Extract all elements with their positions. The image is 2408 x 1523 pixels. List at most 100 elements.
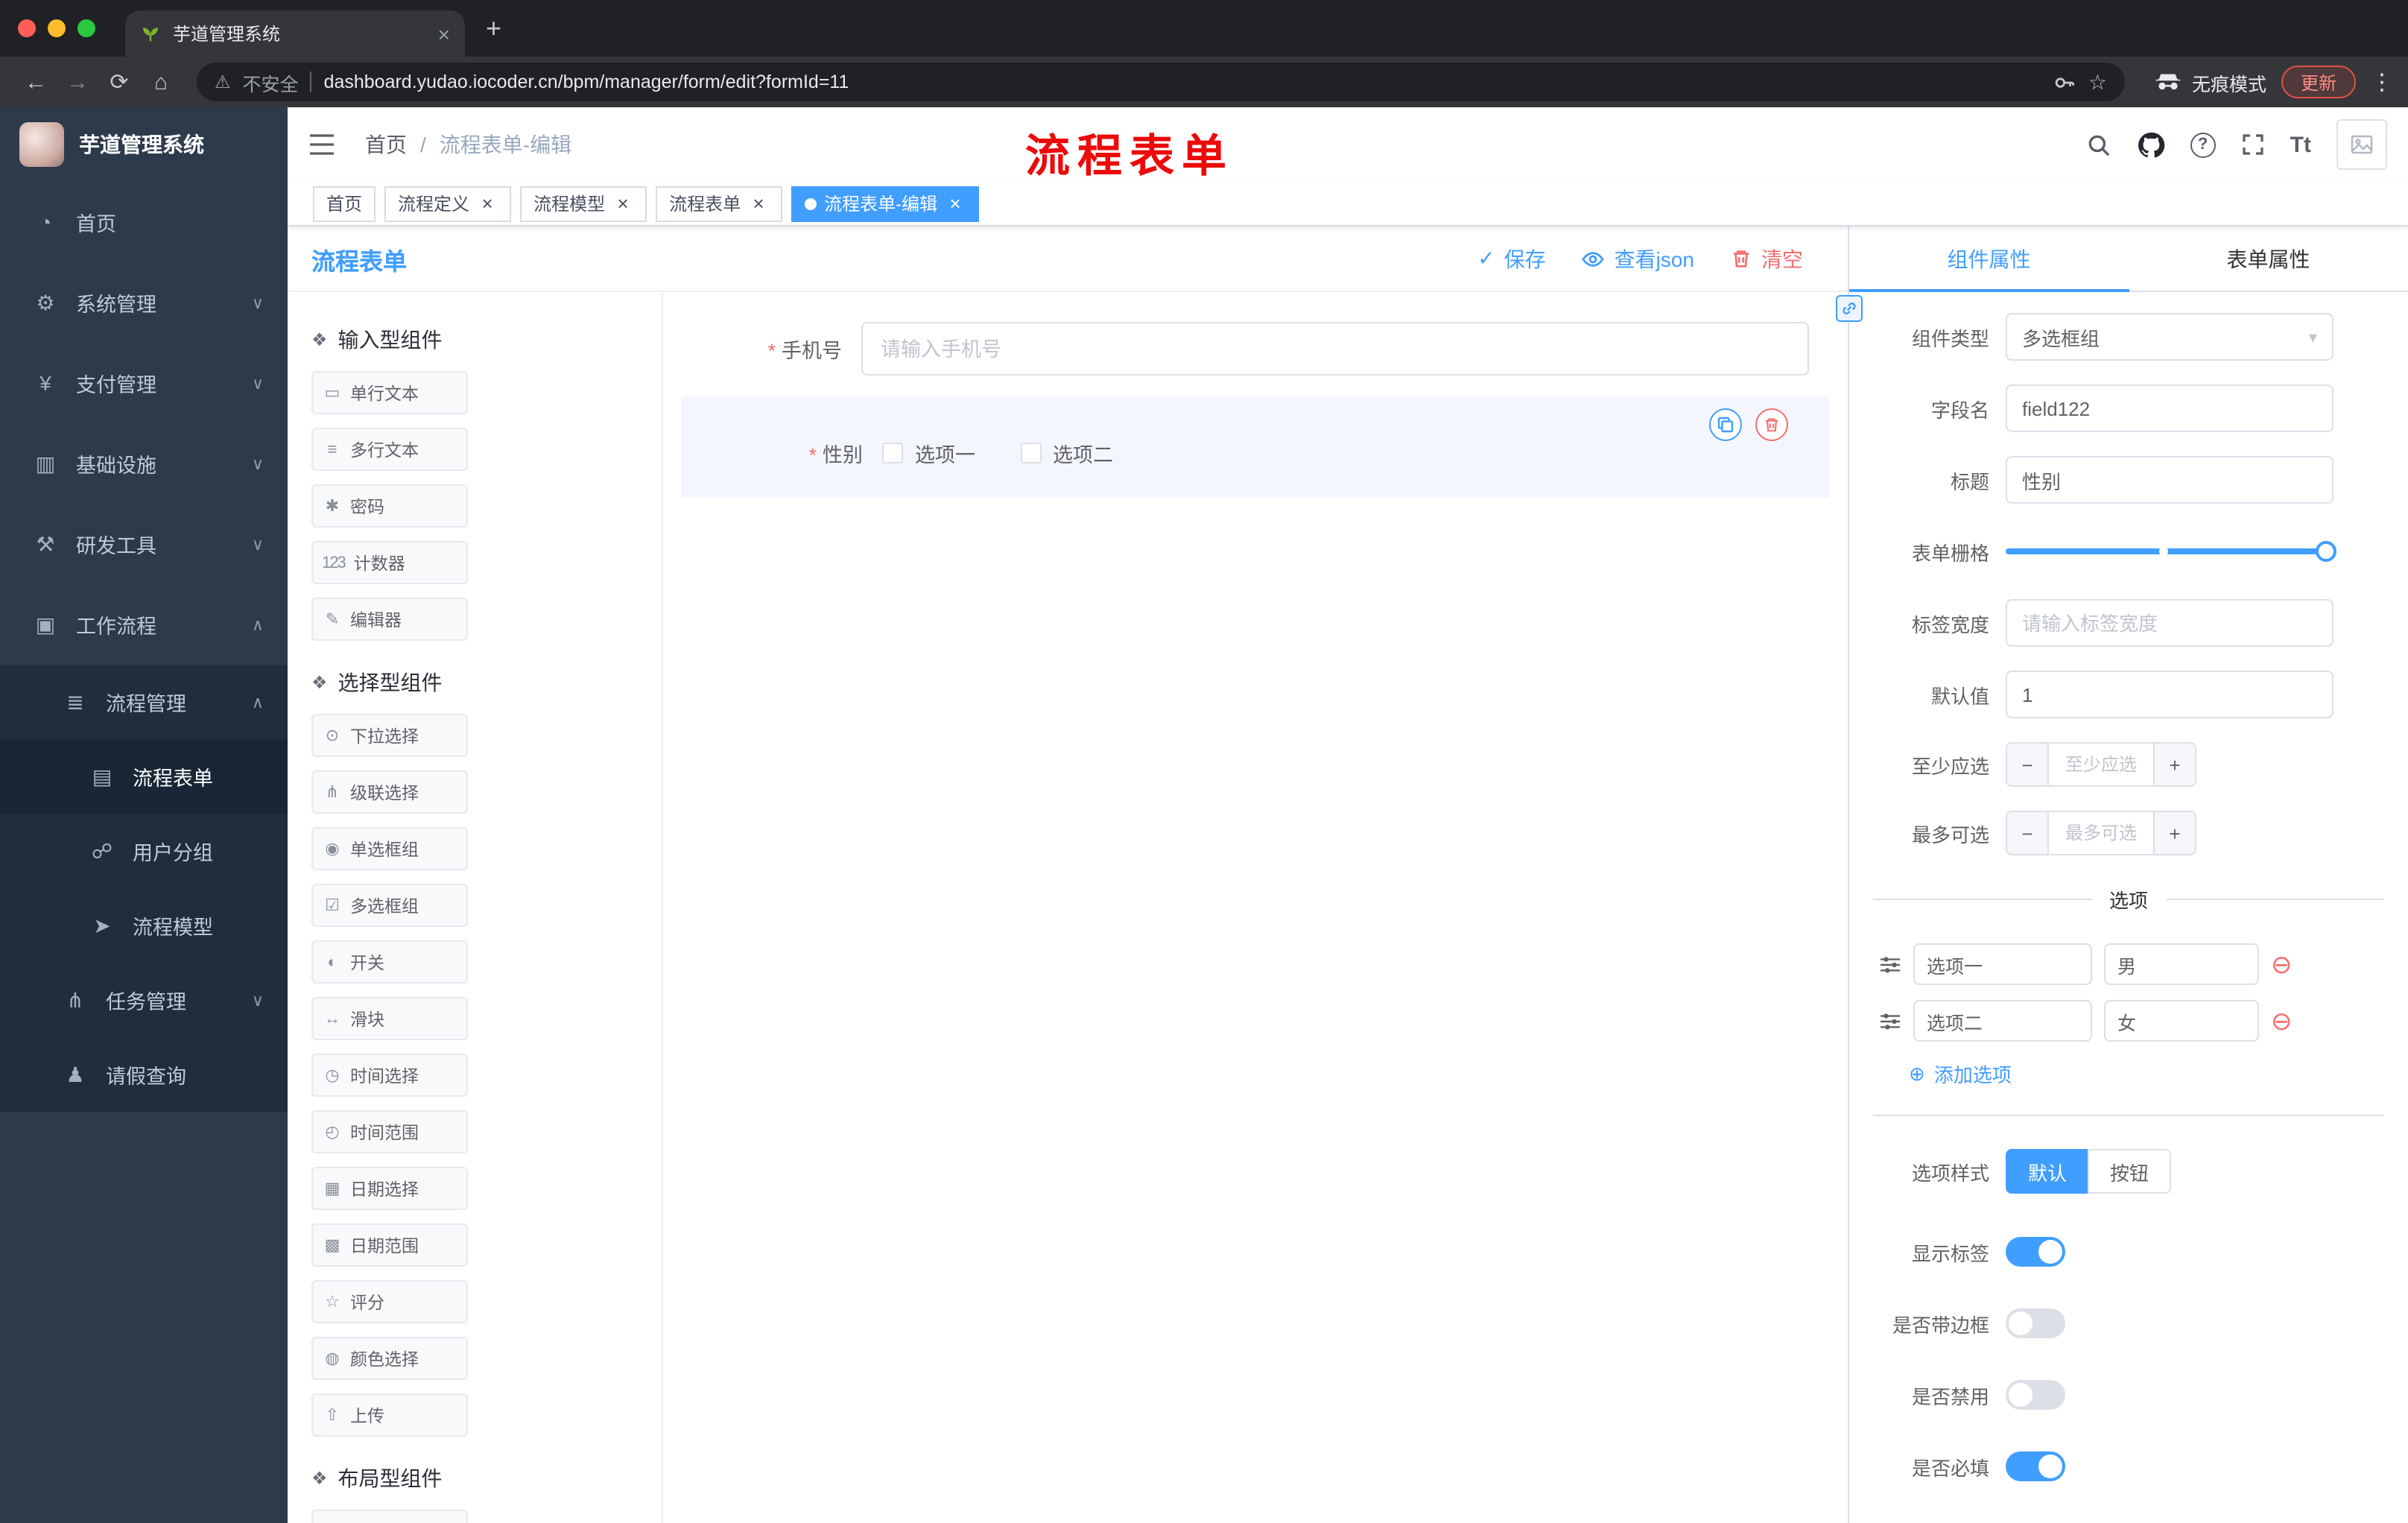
tab-component-props[interactable]: 组件属性 xyxy=(1849,227,2129,292)
palette-component[interactable]: ◍ 颜色选择 xyxy=(311,1337,468,1380)
palette-component[interactable]: ▤ 行容器 xyxy=(311,1510,468,1523)
new-tab-button[interactable]: + xyxy=(486,13,501,44)
search-icon[interactable] xyxy=(2086,132,2111,157)
sidebar-item[interactable]: ⋔ 任务管理 ∨ xyxy=(0,963,288,1037)
tab-form-props[interactable]: 表单属性 xyxy=(2129,227,2408,291)
option-label-input[interactable] xyxy=(1913,1000,2092,1042)
sidebar-item[interactable]: ¥ 支付管理 ∨ xyxy=(0,343,288,423)
sidebar-item[interactable]: ◔ 首页 xyxy=(0,182,288,262)
window-minimize-button[interactable] xyxy=(48,19,66,37)
palette-component[interactable]: ☆ 评分 xyxy=(311,1280,468,1323)
palette-component[interactable]: ◴ 时间范围 xyxy=(311,1110,468,1153)
sidebar-item[interactable]: ⚒ 研发工具 ∨ xyxy=(0,504,288,584)
remove-option-icon[interactable]: ⊖ xyxy=(2271,952,2293,977)
window-zoom-button[interactable] xyxy=(77,19,95,37)
toggle-switch[interactable] xyxy=(2006,1237,2065,1267)
toggle-switch[interactable] xyxy=(2006,1380,2065,1410)
style-default-button[interactable]: 默认 xyxy=(2006,1149,2088,1194)
palette-component[interactable]: ▦ 日期选择 xyxy=(311,1167,468,1210)
tag-close-icon[interactable]: × xyxy=(477,192,498,215)
min-select-input[interactable] xyxy=(2049,744,2153,785)
bookmark-star-icon[interactable]: ☆ xyxy=(2088,69,2107,95)
component-type-select[interactable]: 多选框组 ▾ xyxy=(2006,313,2333,361)
github-icon[interactable] xyxy=(2137,130,2165,159)
address-bar[interactable]: ⚠ 不安全 dashboard.yudao.iocoder.cn/bpm/man… xyxy=(197,63,2125,101)
checkbox-option[interactable]: 选项二 xyxy=(1020,438,1113,468)
sidebar-toggle-icon[interactable] xyxy=(308,134,335,155)
slider-handle[interactable] xyxy=(2316,541,2336,562)
drag-handle-icon[interactable] xyxy=(1879,1011,1901,1030)
app-logo[interactable]: 芋道管理系统 xyxy=(0,107,288,182)
option-value-input[interactable] xyxy=(2104,943,2259,985)
grid-slider[interactable] xyxy=(2006,528,2336,575)
palette-component[interactable]: ▩ 日期范围 xyxy=(311,1223,468,1267)
palette-component[interactable]: ◷ 时间选择 xyxy=(311,1054,468,1097)
palette-component[interactable]: 123 计数器 xyxy=(311,541,468,584)
option-value-input[interactable] xyxy=(2104,1000,2259,1042)
fullscreen-icon[interactable] xyxy=(2241,133,2265,156)
view-tag[interactable]: 流程定义 × xyxy=(384,186,512,221)
checkbox-option[interactable]: 选项一 xyxy=(882,438,975,468)
sidebar-item[interactable]: ▥ 基础设施 ∨ xyxy=(0,423,288,504)
clear-button[interactable]: 清空 xyxy=(1730,244,1803,273)
sidebar-item[interactable]: ➤ 流程模型 xyxy=(0,888,288,963)
checkbox[interactable] xyxy=(882,443,903,463)
default-value-input[interactable] xyxy=(2006,671,2333,718)
browser-menu-icon[interactable]: ⋮ xyxy=(2371,69,2393,95)
option-label-input[interactable] xyxy=(1913,943,2092,985)
label-width-input[interactable] xyxy=(2006,599,2333,647)
view-tag[interactable]: 首页 xyxy=(313,186,376,221)
palette-component[interactable]: ⇧ 上传 xyxy=(311,1393,468,1437)
text-size-icon[interactable]: Tt xyxy=(2290,132,2311,157)
field-name-input[interactable] xyxy=(2006,384,2333,432)
delete-widget-button[interactable] xyxy=(1755,408,1788,441)
view-json-button[interactable]: 查看json xyxy=(1582,244,1694,273)
max-select-input[interactable] xyxy=(2049,812,2153,854)
phone-input[interactable] xyxy=(861,322,1809,376)
security-warning-icon[interactable]: ⚠ xyxy=(215,72,231,92)
tag-close-icon[interactable]: × xyxy=(945,192,966,215)
toggle-switch[interactable] xyxy=(2006,1451,2065,1481)
increase-button[interactable]: + xyxy=(2153,812,2195,854)
view-tag[interactable]: 流程表单-编辑 × xyxy=(791,186,980,221)
tag-close-icon[interactable]: × xyxy=(748,192,769,215)
palette-component[interactable]: ◐ 开关 xyxy=(311,940,468,984)
window-close-button[interactable] xyxy=(18,19,36,37)
sidebar-item[interactable]: ♟ 请假查询 xyxy=(0,1037,288,1112)
palette-component[interactable]: ▭ 单行文本 xyxy=(311,371,468,414)
remove-option-icon[interactable]: ⊖ xyxy=(2271,1008,2293,1033)
add-option-button[interactable]: ⊕ 添加选项 xyxy=(1909,1060,2384,1088)
selected-widget[interactable]: 性别 选项一 xyxy=(681,396,1830,498)
sidebar-item[interactable]: ☍ 用户分组 xyxy=(0,814,288,888)
toggle-switch[interactable] xyxy=(2006,1308,2065,1338)
palette-component[interactable]: ☑ 多选框组 xyxy=(311,884,468,927)
tag-close-icon[interactable]: × xyxy=(612,192,633,215)
decrease-button[interactable]: − xyxy=(2007,744,2049,785)
palette-component[interactable]: ✎ 编辑器 xyxy=(311,598,468,641)
breadcrumb-home[interactable]: 首页 xyxy=(365,130,407,159)
view-tag[interactable]: 流程模型 × xyxy=(520,186,647,221)
palette-component[interactable]: ≡ 多行文本 xyxy=(311,428,468,471)
slider-track[interactable] xyxy=(2006,547,2333,556)
phone-field[interactable]: 手机号 xyxy=(681,322,1830,376)
sidebar-item[interactable]: ▤ 流程表单 xyxy=(0,739,288,814)
password-key-icon[interactable] xyxy=(2054,71,2076,93)
palette-component[interactable]: ✱ 密码 xyxy=(311,484,468,528)
palette-component[interactable]: ◉ 单选框组 xyxy=(311,827,468,870)
avatar[interactable] xyxy=(2336,119,2387,170)
drag-handle-icon[interactable] xyxy=(1879,954,1901,974)
back-button[interactable]: ← xyxy=(15,69,57,95)
sidebar-item[interactable]: ▣ 工作流程 ∧ xyxy=(0,584,288,665)
sidebar-item[interactable]: ≣ 流程管理 ∧ xyxy=(0,665,288,739)
save-button[interactable]: ✓ 保存 xyxy=(1477,244,1545,273)
style-button-button[interactable]: 按钮 xyxy=(2088,1149,2172,1194)
view-tag[interactable]: 流程表单 × xyxy=(656,186,783,221)
decrease-button[interactable]: − xyxy=(2007,812,2049,854)
palette-component[interactable]: ⊙ 下拉选择 xyxy=(311,714,468,757)
browser-tab[interactable]: 芋道管理系统 × xyxy=(125,10,465,57)
palette-component[interactable]: ↔ 滑块 xyxy=(311,997,468,1040)
tab-close-icon[interactable]: × xyxy=(438,22,450,45)
update-button[interactable]: 更新 xyxy=(2281,66,2356,98)
forward-button[interactable]: → xyxy=(57,69,98,95)
title-input[interactable] xyxy=(2006,456,2333,504)
